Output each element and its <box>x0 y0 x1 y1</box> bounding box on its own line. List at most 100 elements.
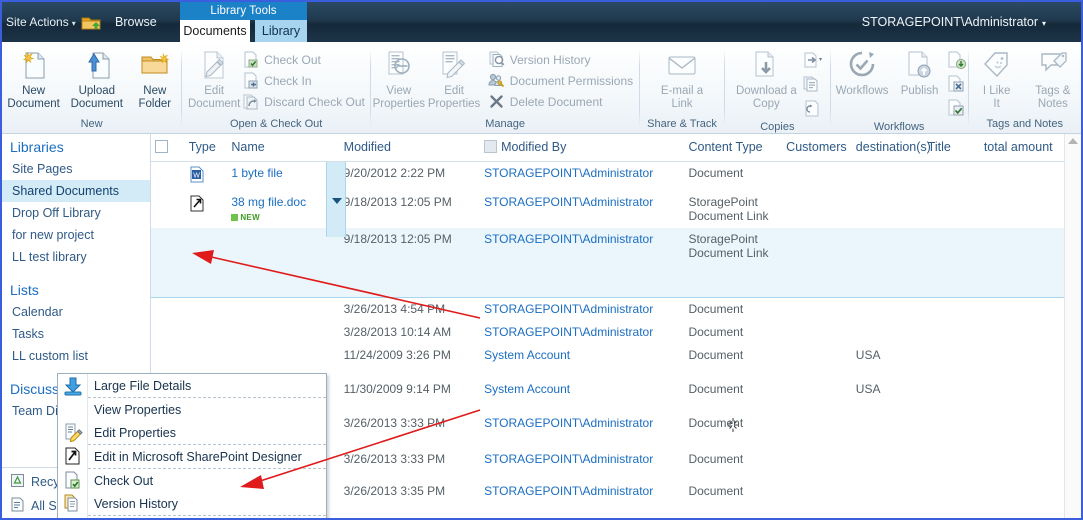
modified-by-link[interactable]: STORAGEPOINT\Administrator <box>484 232 653 246</box>
row-modified-by-cell: STORAGEPOINT\Administrator <box>480 321 684 344</box>
new-folder-icon <box>138 48 172 82</box>
column-header-customers[interactable]: Customers <box>782 134 852 162</box>
check-in-button[interactable]: Check In <box>240 70 371 91</box>
row-destinations-cell <box>852 412 924 448</box>
publish-button[interactable]: Publish <box>894 46 946 98</box>
manage-copies-icon[interactable] <box>802 74 824 96</box>
check-out-button[interactable]: Check Out <box>240 49 371 70</box>
modified-by-link[interactable]: STORAGEPOINT\Administrator <box>484 325 653 339</box>
sidebar-item-for-new-project[interactable]: for new project <box>2 224 150 246</box>
sidebar-item-calendar[interactable]: Calendar <box>2 301 150 323</box>
sidebar-header-libraries[interactable]: Libraries <box>2 134 150 158</box>
context-menu-item-edit-in-sharepoint-designer[interactable]: Edit in Microsoft SharePoint Designer <box>58 445 326 468</box>
sidebar-item-drop-off-library[interactable]: Drop Off Library <box>2 202 150 224</box>
column-header-content-type[interactable]: Content Type <box>684 134 783 162</box>
edit-properties-button[interactable]: Edit Properties <box>426 46 481 110</box>
modified-by-link[interactable]: STORAGEPOINT\Administrator <box>484 484 653 498</box>
workflows-button[interactable]: Workflows <box>831 46 894 98</box>
context-menu-item-view-properties[interactable]: View Properties <box>58 398 326 421</box>
cancel-approval-icon[interactable] <box>946 74 968 96</box>
table-row[interactable]: W 1 byte file 9/20/2012 2:22 PM STORAGEP… <box>151 162 1081 191</box>
document-name-link[interactable]: 1 byte file <box>231 166 282 180</box>
document-permissions-button[interactable]: Document Permissions <box>486 70 639 91</box>
row-ecb-dropdown[interactable] <box>326 162 346 237</box>
row-content-type-cell: Document <box>688 348 744 362</box>
column-header-modified[interactable]: Modified <box>339 134 481 162</box>
version-history-icon <box>58 492 88 515</box>
select-all-checkbox[interactable] <box>155 140 168 153</box>
tab-browse[interactable]: Browse <box>115 15 157 29</box>
view-properties-button[interactable]: View Properties <box>371 46 426 110</box>
tab-library[interactable]: Library <box>255 20 307 42</box>
new-document-button[interactable]: New Document <box>2 46 64 110</box>
modified-by-link[interactable]: STORAGEPOINT\Administrator <box>484 302 653 316</box>
context-menu-item-check-out[interactable]: Check Out <box>58 469 326 492</box>
edit-properties-icon <box>437 48 471 82</box>
site-actions-menu[interactable]: Site Actions ▾ <box>6 15 76 29</box>
edit-document-button[interactable]: Edit Document <box>188 46 240 110</box>
discard-check-out-button[interactable]: Discard Check Out <box>240 91 371 112</box>
delete-document-icon <box>488 93 505 110</box>
i-like-it-button[interactable]: I Like It <box>971 46 1023 110</box>
sidebar-item-ll-custom-list[interactable]: LL custom list <box>2 345 150 367</box>
vertical-scrollbar[interactable] <box>1064 134 1081 518</box>
column-header-destinations[interactable]: destination(s) <box>851 134 931 162</box>
row-modified-cell: 3/28/2013 10:14 AM <box>343 325 452 339</box>
tags-and-notes-button[interactable]: Tags & Notes <box>1027 46 1079 110</box>
context-menu-item-label: Edit Properties <box>94 425 176 440</box>
column-header-name[interactable]: Name <box>227 134 340 162</box>
modified-by-link[interactable]: STORAGEPOINT\Administrator <box>484 452 653 466</box>
scroll-up-arrow-icon[interactable] <box>1068 138 1078 144</box>
approve-reject-icon[interactable] <box>946 98 968 120</box>
version-history-button[interactable]: Version History <box>486 49 639 70</box>
column-header-type[interactable]: Type <box>184 134 228 162</box>
row-modified-by-cell: STORAGEPOINT\Administrator <box>480 298 684 321</box>
new-badge-label: NEW <box>240 213 260 222</box>
email-a-link-button[interactable]: E-mail a Link <box>656 46 708 110</box>
go-to-source-icon[interactable] <box>802 98 824 120</box>
context-menu-item-version-history[interactable]: Version History <box>58 492 326 515</box>
new-folder-button[interactable]: New Folder <box>129 46 181 110</box>
delete-document-button[interactable]: Delete Document <box>486 91 639 112</box>
table-row[interactable]: 3/26/2013 4:54 PM STORAGEPOINT\Administr… <box>151 298 1081 321</box>
table-row[interactable]: 38 mg file.doc NEW 9/18/2013 12:05 PM ST… <box>151 191 1081 228</box>
table-row[interactable]: 3/28/2013 10:14 AM STORAGEPOINT\Administ… <box>151 321 1081 344</box>
modified-by-link[interactable]: STORAGEPOINT\Administrator <box>484 166 653 180</box>
navigate-up-icon[interactable] <box>81 14 101 31</box>
tab-library-label: Library <box>261 24 301 38</box>
column-header-title[interactable]: Title <box>923 134 980 162</box>
upload-document-button[interactable]: Upload Document <box>66 46 128 110</box>
modified-by-link[interactable]: STORAGEPOINT\Administrator <box>484 416 653 430</box>
email-link-icon <box>665 48 699 82</box>
user-account-label: STORAGEPOINT\Administrator <box>861 15 1038 29</box>
row-type-cell <box>185 298 228 321</box>
context-menu-item-send-to[interactable]: Send To <box>58 516 326 518</box>
download-a-copy-button[interactable]: Download a Copy <box>731 46 802 110</box>
send-to-other-location-icon[interactable] <box>802 50 824 72</box>
row-modified-by-cell: STORAGEPOINT\Administrator <box>480 191 684 228</box>
context-menu-item-large-file-details[interactable]: Large File Details <box>58 374 326 397</box>
contextual-tab-header: Library Tools <box>180 2 307 20</box>
user-account-menu[interactable]: STORAGEPOINT\Administrator ▾ <box>862 15 1046 29</box>
sidebar-item-tasks[interactable]: Tasks <box>2 323 150 345</box>
page-body: Libraries Site Pages Shared Documents Dr… <box>2 134 1081 518</box>
sidebar-header-lists[interactable]: Lists <box>2 277 150 301</box>
modified-by-link[interactable]: STORAGEPOINT\Administrator <box>484 195 653 209</box>
document-name-link[interactable]: 38 mg file.doc <box>231 195 335 209</box>
sidebar-item-ll-test-library[interactable]: LL test library <box>2 246 150 268</box>
manage-small-buttons: Version History Document Permissions Del… <box>486 46 639 112</box>
tab-documents[interactable]: Documents <box>180 20 250 42</box>
modified-by-link[interactable]: System Account <box>484 348 570 362</box>
sidebar-item-shared-documents[interactable]: Shared Documents <box>2 180 150 202</box>
ribbon-group-open-check-out-label: Open & Check Out <box>230 118 323 130</box>
modified-by-link[interactable]: System Account <box>484 382 570 396</box>
modified-by-checkbox[interactable] <box>484 140 498 153</box>
unpublish-icon[interactable] <box>946 50 968 72</box>
ribbon-group-share-track-label: Share & Track <box>647 118 717 130</box>
context-menu-item-edit-properties[interactable]: Edit Properties <box>58 421 326 444</box>
table-row[interactable]: 9/18/2013 12:05 PM STORAGEPOINT\Administ… <box>151 227 1081 298</box>
top-navigation-bar: Site Actions ▾ Browse Library Tools Docum… <box>2 2 1081 42</box>
sidebar-item-site-pages[interactable]: Site Pages <box>2 158 150 180</box>
column-header-modified-by[interactable]: Modified By <box>480 134 685 162</box>
